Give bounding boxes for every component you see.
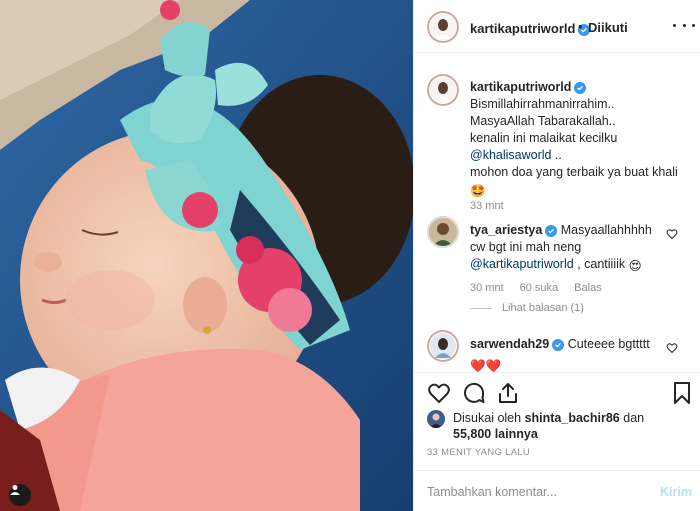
caption-time[interactable]: 33 mnt: [470, 200, 504, 212]
add-comment-bar: Kirim: [414, 470, 700, 511]
comment-body: cw bgt ini mah neng: [470, 240, 582, 254]
caption-line: kenalin ini malaikat kecilku: [470, 131, 618, 145]
heart-eyes-emoji: 😍: [628, 259, 642, 273]
follow-status-button[interactable]: Diikuti: [588, 20, 628, 35]
user-tag-button[interactable]: [9, 484, 31, 506]
comment-meta: 30 mnt 60 suka Balas: [470, 282, 618, 294]
star-struck-emoji: 🤩: [470, 184, 486, 198]
comment-like-heart-icon[interactable]: [666, 342, 678, 354]
caption-mention-link[interactable]: @khalisaworld: [470, 148, 551, 162]
likes-conj: dan: [623, 411, 645, 425]
separator-dot: •: [578, 19, 583, 34]
likes-prefix: Disukai oleh: [453, 411, 522, 425]
comment-body: Masyaallahhhhh: [560, 223, 652, 237]
author-username-row: kartikaputriworld: [470, 20, 591, 38]
commenter-avatar[interactable]: [427, 330, 459, 362]
bookmark-icon[interactable]: [670, 381, 694, 405]
post-side-panel: kartikaputriworld • Diikuti kartikaputri…: [413, 0, 700, 511]
comment-like-heart-icon[interactable]: [666, 228, 678, 240]
commenter-username[interactable]: tya_ariestya: [470, 223, 542, 237]
caption-avatar[interactable]: [427, 74, 459, 106]
comment-reply-button[interactable]: Balas: [574, 282, 602, 294]
caption-mention-suffix: ..: [551, 148, 562, 162]
comment-body: , cantiiiik: [577, 257, 626, 271]
comment-icon[interactable]: [462, 381, 486, 405]
post-comment-button[interactable]: Kirim: [660, 485, 692, 499]
more-options-icon[interactable]: [673, 17, 695, 33]
comment-text: tya_ariestya Masyaallahhhhh cw bgt ini m…: [470, 222, 680, 275]
post-timestamp[interactable]: 33 MENIT YANG LALU: [427, 447, 530, 458]
post-photo[interactable]: [0, 0, 413, 511]
likes-count[interactable]: 55,800 lainnya: [453, 426, 538, 442]
liker-avatar[interactable]: [427, 410, 445, 428]
view-replies-label: Lihat balasan (1): [502, 302, 584, 314]
post-actions-bar: [414, 372, 700, 410]
share-icon[interactable]: [496, 381, 520, 405]
post-header: kartikaputriworld • Diikuti: [414, 0, 700, 53]
comment-text: sarwendah29 Cuteeee bgttttt ❤️❤️: [470, 336, 680, 372]
person-icon: [10, 485, 20, 495]
caption-username[interactable]: kartikaputriworld: [470, 80, 571, 94]
author-avatar[interactable]: [427, 11, 459, 43]
comments-list[interactable]: kartikaputriworld Bismillahirrahmanirrah…: [414, 54, 700, 372]
comment-input[interactable]: [427, 483, 647, 501]
view-replies-button[interactable]: Lihat balasan (1): [470, 302, 584, 314]
red-hearts-emoji: ❤️❤️: [470, 359, 502, 372]
caption-line: Bismillahirrahmanirrahim..: [470, 97, 615, 111]
heart-icon[interactable]: [427, 381, 451, 405]
caption-line: mohon doa yang terbaik ya buat khali: [470, 165, 678, 179]
comment-time[interactable]: 30 mnt: [470, 282, 504, 294]
baby-photo-illustration: [0, 0, 413, 511]
caption-meta: 33 mnt: [470, 200, 520, 212]
caption-line: MasyaAllah Tabarakallah..: [470, 114, 616, 128]
verified-badge-icon: [552, 339, 565, 351]
comment-mention-link[interactable]: @kartikaputriworld: [470, 257, 574, 271]
liker-username[interactable]: shintа_bachir86: [525, 411, 620, 425]
commenter-username[interactable]: sarwendah29: [470, 337, 549, 351]
caption-text: kartikaputriworld Bismillahirrahmanirrah…: [470, 79, 680, 200]
commenter-avatar[interactable]: [427, 216, 459, 248]
author-username[interactable]: kartikaputriworld: [470, 21, 575, 36]
comment-body: Cuteeee bgttttt: [567, 337, 650, 351]
verified-badge-icon: [545, 225, 558, 237]
verified-badge-icon: [574, 82, 587, 94]
comment-likes[interactable]: 60 suka: [520, 282, 559, 294]
